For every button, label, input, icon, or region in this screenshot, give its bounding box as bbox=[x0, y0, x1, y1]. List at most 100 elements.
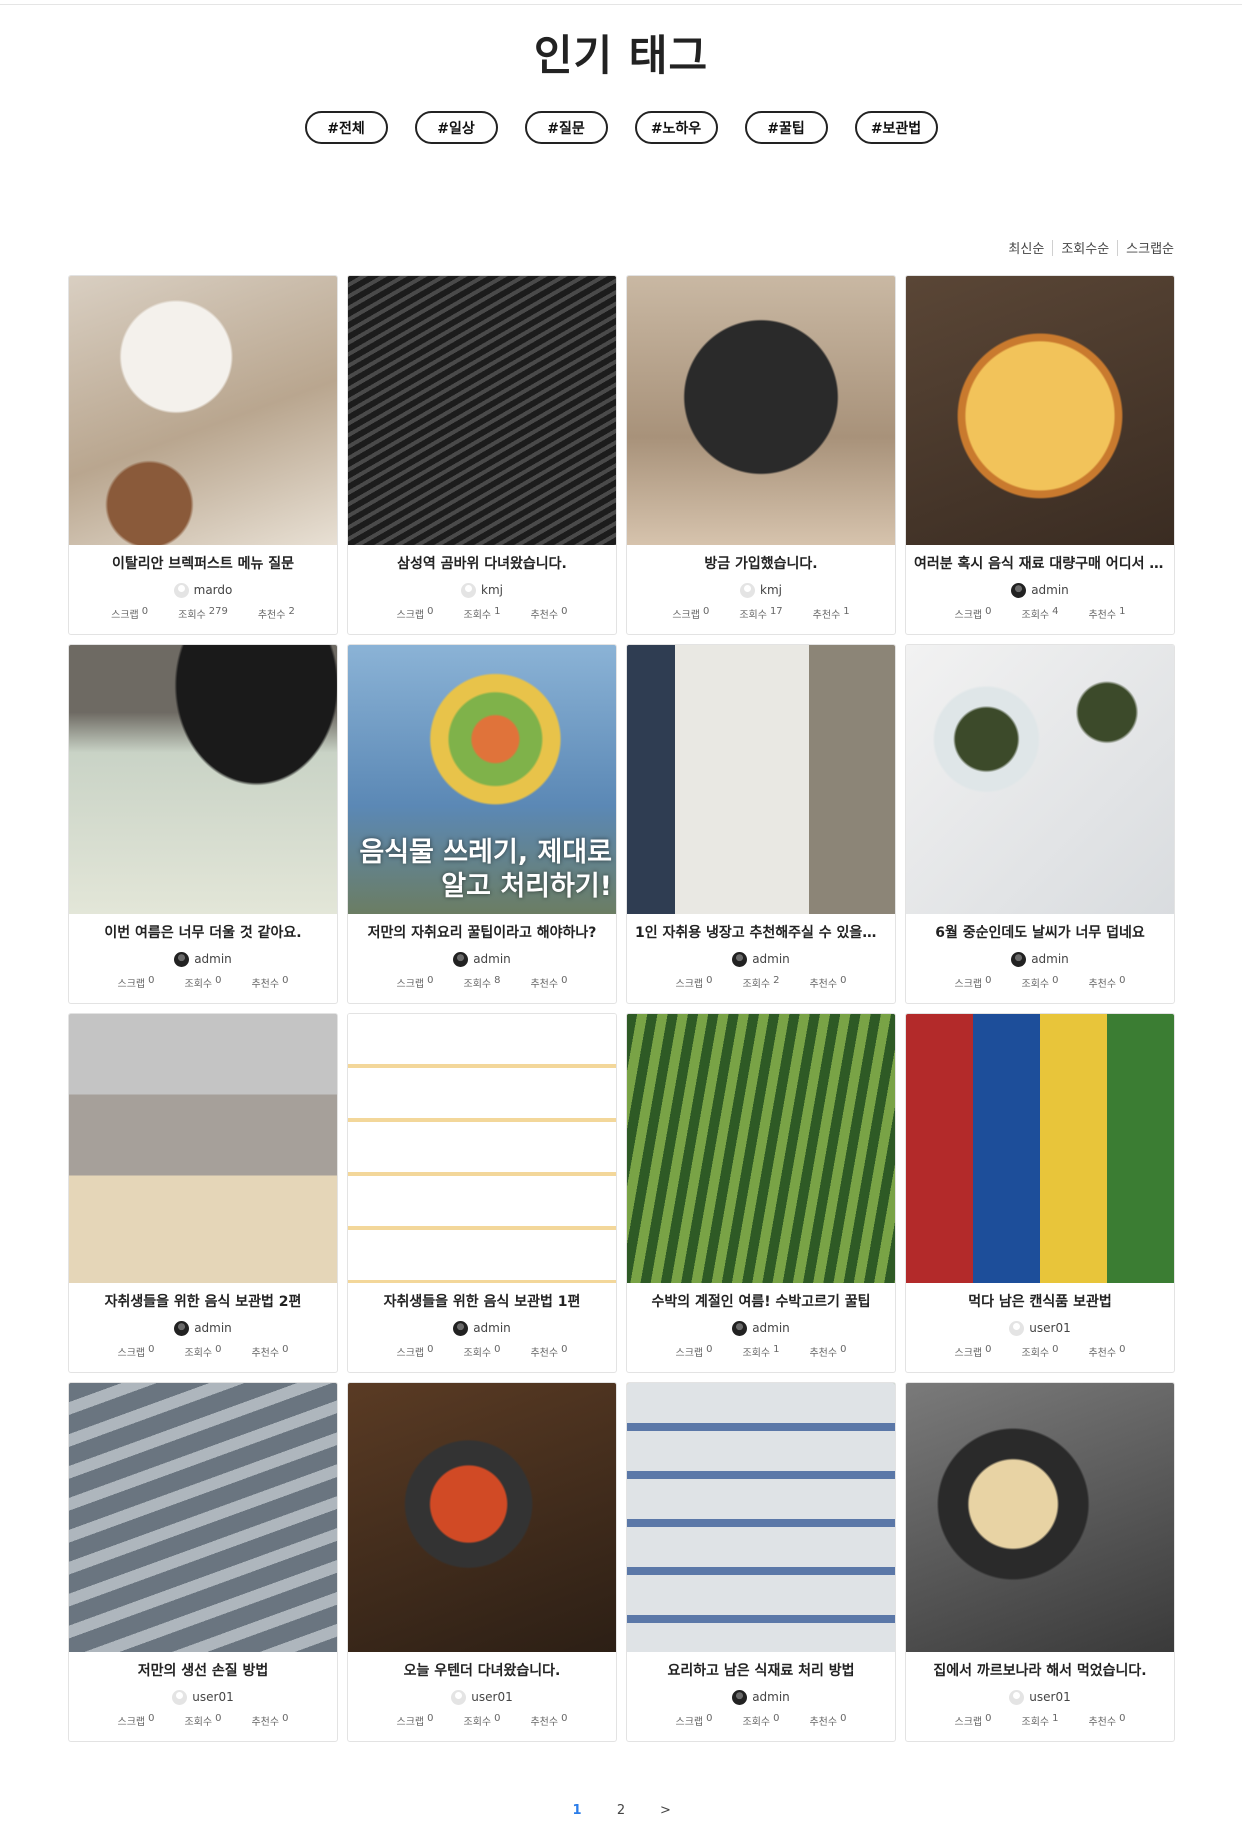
post-card[interactable]: 자취생들을 위한 음식 보관법 2편 admin 스크랩 0 조회수 0 추천수 0 bbox=[68, 1013, 338, 1373]
next-page-link[interactable]: > bbox=[660, 1803, 671, 1818]
post-thumbnail[interactable] bbox=[69, 1383, 337, 1652]
post-title[interactable]: 오늘 우텐더 다녀왔습니다. bbox=[348, 1662, 616, 1680]
post-card[interactable]: 오늘 우텐더 다녀왔습니다. user01 스크랩 0 조회수 0 추천수 0 bbox=[347, 1382, 617, 1742]
post-title[interactable]: 집에서 까르보나라 해서 먹었습니다. bbox=[906, 1662, 1174, 1680]
like-count: 추천수 0 bbox=[251, 1713, 288, 1728]
post-card[interactable]: 먹다 남은 캔식품 보관법 user01 스크랩 0 조회수 0 추천수 0 bbox=[905, 1013, 1175, 1373]
post-card[interactable]: 이탈리안 브렉퍼스트 메뉴 질문 mardo 스크랩 0 조회수 279 추천수 2 bbox=[68, 275, 338, 635]
likes-label: 추천수 bbox=[530, 1717, 559, 1728]
post-thumbnail[interactable] bbox=[69, 1014, 337, 1283]
likes-label: 추천수 bbox=[812, 610, 841, 621]
tag-storage[interactable]: #보관법 bbox=[854, 111, 938, 144]
view-count: 조회수 17 bbox=[739, 606, 782, 621]
post-thumbnail[interactable] bbox=[906, 645, 1174, 914]
views-value: 8 bbox=[494, 975, 501, 986]
post-thumbnail[interactable] bbox=[69, 645, 337, 914]
views-value: 1 bbox=[1052, 1713, 1059, 1724]
post-author: user01 bbox=[348, 1689, 616, 1705]
sort-scraps[interactable]: 스크랩순 bbox=[1118, 238, 1174, 257]
post-title[interactable]: 수박의 계절인 여름! 수박고르기 꿀팁 bbox=[627, 1293, 895, 1311]
post-thumbnail[interactable] bbox=[348, 276, 616, 545]
post-thumbnail[interactable]: 음식물 쓰레기, 제대로 알고 처리하기! bbox=[348, 645, 616, 914]
view-count: 조회수 0 bbox=[185, 1713, 222, 1728]
post-card[interactable]: 1인 자취용 냉장고 추천해주실 수 있을까요? admin 스크랩 0 조회수 2 추천수… bbox=[626, 644, 896, 1004]
post-thumbnail[interactable] bbox=[627, 1014, 895, 1283]
post-card[interactable]: 이번 여름은 너무 더울 것 같아요. admin 스크랩 0 조회수 0 추천수 0 bbox=[68, 644, 338, 1004]
post-card[interactable]: 여러분 혹시 음식 재료 대량구매 어디서 하... admin 스크랩 0 조회수 4 추… bbox=[905, 275, 1175, 635]
likes-value: 0 bbox=[561, 606, 568, 617]
post-thumbnail[interactable] bbox=[906, 276, 1174, 545]
scrap-value: 0 bbox=[427, 975, 434, 986]
view-count: 조회수 2 bbox=[743, 975, 780, 990]
view-count: 조회수 8 bbox=[464, 975, 501, 990]
author-name: admin bbox=[1031, 583, 1069, 597]
scrap-count: 스크랩 0 bbox=[397, 1713, 434, 1728]
post-title[interactable]: 먹다 남은 캔식품 보관법 bbox=[906, 1293, 1174, 1311]
post-title[interactable]: 저만의 생선 손질 방법 bbox=[69, 1662, 337, 1680]
scrap-count: 스크랩 0 bbox=[118, 1713, 155, 1728]
tag-tips[interactable]: #꿀팁 bbox=[744, 111, 828, 144]
scrap-count: 스크랩 0 bbox=[397, 1344, 434, 1359]
scrap-label: 스크랩 bbox=[117, 1717, 146, 1728]
views-label: 조회수 bbox=[1021, 1348, 1050, 1359]
avatar bbox=[1009, 1689, 1025, 1705]
avatar bbox=[172, 1689, 188, 1705]
post-card[interactable]: 6월 중순인데도 날씨가 너무 덥네요 admin 스크랩 0 조회수 0 추천수 0 bbox=[905, 644, 1175, 1004]
views-value: 0 bbox=[773, 1713, 780, 1724]
post-card[interactable]: 수박의 계절인 여름! 수박고르기 꿀팁 admin 스크랩 0 조회수 1 추천수 0 bbox=[626, 1013, 896, 1373]
post-title[interactable]: 이탈리안 브렉퍼스트 메뉴 질문 bbox=[69, 555, 337, 573]
post-card[interactable]: 집에서 까르보나라 해서 먹었습니다. user01 스크랩 0 조회수 1 추천수 0 bbox=[905, 1382, 1175, 1742]
post-card[interactable]: 요리하고 남은 식재료 처리 방법 admin 스크랩 0 조회수 0 추천수 0 bbox=[626, 1382, 896, 1742]
author-name: user01 bbox=[1029, 1321, 1071, 1335]
tag-filter-bar: #전체 #일상 #질문 #노하우 #꿀팁 #보관법 bbox=[0, 111, 1242, 144]
post-thumbnail[interactable] bbox=[348, 1014, 616, 1283]
sort-views[interactable]: 조회수순 bbox=[1053, 238, 1117, 257]
scrap-count: 스크랩 0 bbox=[676, 1713, 713, 1728]
post-thumbnail[interactable] bbox=[627, 1383, 895, 1652]
post-title[interactable]: 여러분 혹시 음식 재료 대량구매 어디서 하... bbox=[906, 555, 1174, 573]
avatar bbox=[453, 1320, 469, 1336]
avatar bbox=[732, 1689, 748, 1705]
post-card[interactable]: 방금 가입했습니다. kmj 스크랩 0 조회수 17 추천수 1 bbox=[626, 275, 896, 635]
post-thumbnail[interactable] bbox=[627, 276, 895, 545]
like-count: 추천수 1 bbox=[813, 606, 850, 621]
post-title[interactable]: 자취생들을 위한 음식 보관법 2편 bbox=[69, 1293, 337, 1311]
post-title[interactable]: 삼성역 곰바위 다녀왔습니다. bbox=[348, 555, 616, 573]
post-title[interactable]: 자취생들을 위한 음식 보관법 1편 bbox=[348, 1293, 616, 1311]
post-card[interactable]: 삼성역 곰바위 다녀왔습니다. kmj 스크랩 0 조회수 1 추천수 0 bbox=[347, 275, 617, 635]
post-author: user01 bbox=[906, 1320, 1174, 1336]
likes-label: 추천수 bbox=[251, 1348, 280, 1359]
tag-all[interactable]: #전체 bbox=[304, 111, 388, 144]
post-title[interactable]: 방금 가입했습니다. bbox=[627, 555, 895, 573]
post-title[interactable]: 1인 자취용 냉장고 추천해주실 수 있을까요? bbox=[627, 924, 895, 942]
page-1-link[interactable]: 1 bbox=[572, 1803, 582, 1818]
post-author: kmj bbox=[627, 582, 895, 598]
sort-latest[interactable]: 최신순 bbox=[1000, 238, 1052, 257]
scrap-label: 스크랩 bbox=[117, 979, 146, 990]
post-title[interactable]: 이번 여름은 너무 더울 것 같아요. bbox=[69, 924, 337, 942]
scrap-count: 스크랩 0 bbox=[955, 1344, 992, 1359]
tag-question[interactable]: #질문 bbox=[524, 111, 608, 144]
post-stats: 스크랩 0 조회수 0 추천수 0 bbox=[69, 1713, 337, 1728]
post-card[interactable]: 자취생들을 위한 음식 보관법 1편 admin 스크랩 0 조회수 0 추천수 0 bbox=[347, 1013, 617, 1373]
views-value: 1 bbox=[494, 606, 501, 617]
post-thumbnail[interactable] bbox=[627, 645, 895, 914]
post-thumbnail[interactable] bbox=[348, 1383, 616, 1652]
tag-daily[interactable]: #일상 bbox=[414, 111, 498, 144]
author-name: admin bbox=[752, 1321, 790, 1335]
view-count: 조회수 0 bbox=[185, 1344, 222, 1359]
page-2-link[interactable]: 2 bbox=[616, 1803, 626, 1818]
post-thumbnail[interactable] bbox=[906, 1383, 1174, 1652]
tag-knowhow[interactable]: #노하우 bbox=[634, 111, 718, 144]
scrap-value: 0 bbox=[141, 606, 149, 617]
scrap-count: 스크랩 0 bbox=[955, 1713, 992, 1728]
views-label: 조회수 bbox=[463, 1348, 492, 1359]
scrap-count: 스크랩 0 bbox=[672, 606, 709, 621]
post-card[interactable]: 저만의 생선 손질 방법 user01 스크랩 0 조회수 0 추천수 0 bbox=[68, 1382, 338, 1742]
post-title[interactable]: 요리하고 남은 식재료 처리 방법 bbox=[627, 1662, 895, 1680]
post-thumbnail[interactable] bbox=[906, 1014, 1174, 1283]
post-thumbnail[interactable] bbox=[69, 276, 337, 545]
post-card[interactable]: 음식물 쓰레기, 제대로 알고 처리하기! 저만의 자취요리 꿀팁이라고 해야하나… bbox=[347, 644, 617, 1004]
post-title[interactable]: 6월 중순인데도 날씨가 너무 덥네요 bbox=[906, 924, 1174, 942]
post-title[interactable]: 저만의 자취요리 꿀팁이라고 해야하나? bbox=[348, 924, 616, 942]
